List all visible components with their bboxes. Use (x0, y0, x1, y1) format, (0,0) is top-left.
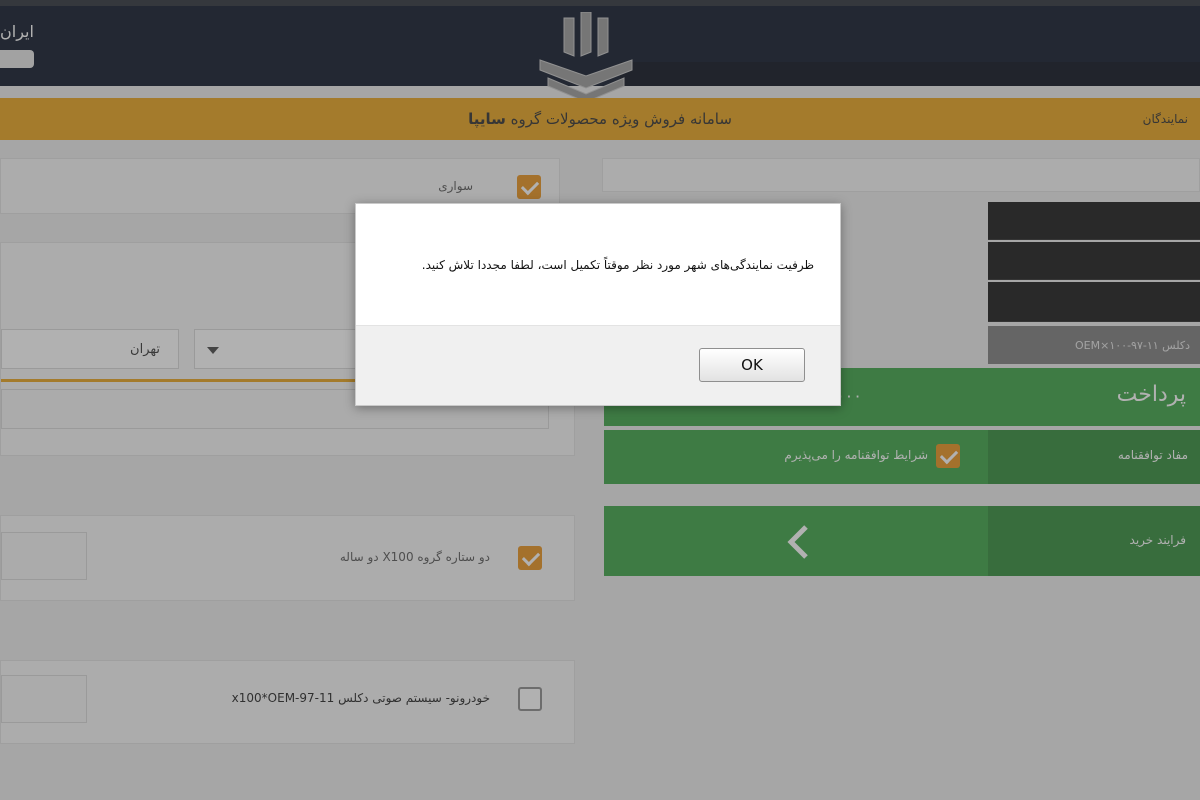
ok-button[interactable]: OK (699, 348, 805, 382)
dialog-footer: OK (356, 325, 840, 405)
dialog-message: ظرفیت نمایندگی‌های شهر مورد نظر موقتاً ت… (421, 258, 814, 272)
alert-dialog: ظرفیت نمایندگی‌های شهر مورد نظر موقتاً ت… (355, 203, 841, 406)
